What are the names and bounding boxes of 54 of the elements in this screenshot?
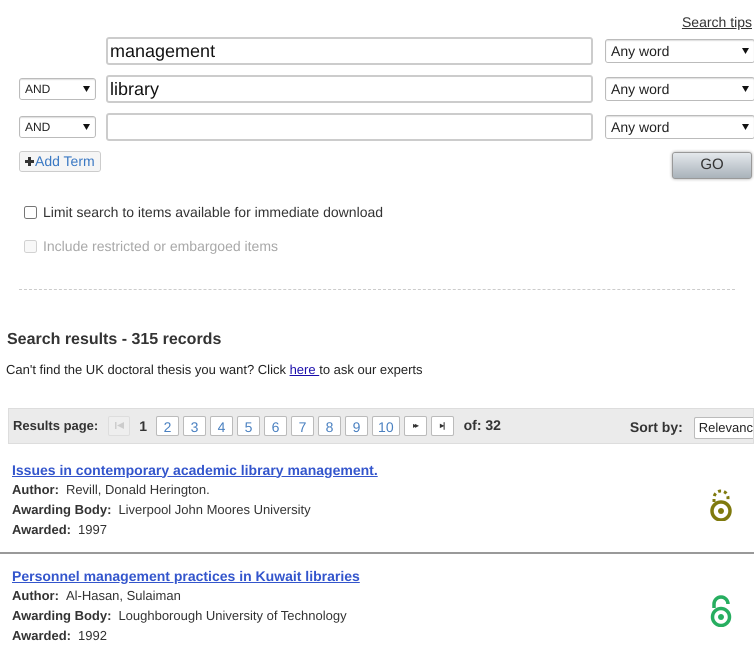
plus-icon bbox=[25, 157, 34, 166]
checkbox[interactable] bbox=[24, 206, 37, 219]
dropdown[interactable]: Any word bbox=[605, 115, 754, 139]
field-value: Loughborough University of Technology bbox=[118, 608, 347, 624]
here-link[interactable]: here bbox=[290, 362, 320, 377]
page-total: of: 32 bbox=[464, 416, 501, 435]
option-label: Include restricted or embargoed items bbox=[43, 237, 278, 256]
option-label: Limit search to items available for immediate download bbox=[43, 203, 384, 222]
add-term-button[interactable]: Add Term bbox=[19, 151, 101, 172]
search-field[interactable]: library bbox=[106, 75, 593, 103]
dropdown[interactable]: AND bbox=[19, 116, 96, 138]
result-title-link[interactable]: Issues in contemporary academic library management. bbox=[12, 462, 378, 478]
caret-icon bbox=[742, 124, 749, 130]
page-button[interactable]: 4 bbox=[210, 416, 234, 436]
page-button[interactable]: 5 bbox=[237, 416, 260, 436]
page-button[interactable]: 9 bbox=[345, 416, 368, 436]
search-field[interactable] bbox=[106, 113, 593, 141]
sort-dropdown[interactable]: Relevanc bbox=[694, 416, 753, 438]
field-label: Awarded: bbox=[12, 522, 71, 538]
field-label: Awarding Body: bbox=[12, 608, 112, 624]
last-page-button[interactable]: ▸| bbox=[430, 416, 454, 436]
sort-label: Sort by: bbox=[630, 418, 683, 437]
page-button[interactable]: 7 bbox=[291, 416, 314, 436]
help-text: Can't find the UK doctoral thesis you want? Click here to ask our experts bbox=[5, 361, 424, 379]
caret-icon bbox=[742, 48, 749, 54]
search-tips-link[interactable]: Search tips bbox=[682, 12, 752, 33]
results-heading: Search results - 315 records bbox=[6, 330, 222, 350]
search-field[interactable]: management bbox=[106, 37, 593, 65]
dropdown[interactable]: AND bbox=[19, 78, 96, 100]
field-value: 1992 bbox=[78, 628, 107, 644]
caret-icon bbox=[83, 86, 90, 92]
first-page-icon bbox=[114, 422, 124, 429]
field-label: Awarded: bbox=[12, 628, 71, 644]
dropdown[interactable]: Any word bbox=[605, 39, 754, 63]
field-value: 1997 bbox=[78, 522, 107, 538]
field-value: Al-Hasan, Sulaiman bbox=[66, 588, 181, 604]
page-button[interactable]: 3 bbox=[183, 416, 206, 436]
go-button[interactable]: GO bbox=[672, 152, 752, 179]
dropdown[interactable]: Any word bbox=[605, 77, 754, 101]
caret-icon bbox=[742, 86, 749, 92]
next-page-button[interactable]: ▸▸ bbox=[404, 416, 427, 436]
field-value: Revill, Donald Herington. bbox=[66, 482, 210, 498]
field-label: Awarding Body: bbox=[12, 502, 112, 518]
page-button[interactable]: 10 bbox=[372, 416, 400, 436]
field-value: Liverpool John Moores University bbox=[118, 502, 311, 518]
field-label: Author: bbox=[12, 588, 59, 604]
pager-label: Results page: bbox=[13, 416, 98, 435]
result-title-link[interactable]: Personnel management practices in Kuwait libraries bbox=[12, 568, 360, 584]
page-button[interactable]: 1 bbox=[134, 416, 152, 436]
page-button[interactable]: 6 bbox=[264, 416, 288, 436]
page-button[interactable]: 8 bbox=[318, 416, 342, 436]
caret-icon bbox=[83, 124, 90, 130]
field-label: Author: bbox=[12, 482, 59, 498]
page-button[interactable]: 2 bbox=[156, 416, 180, 436]
